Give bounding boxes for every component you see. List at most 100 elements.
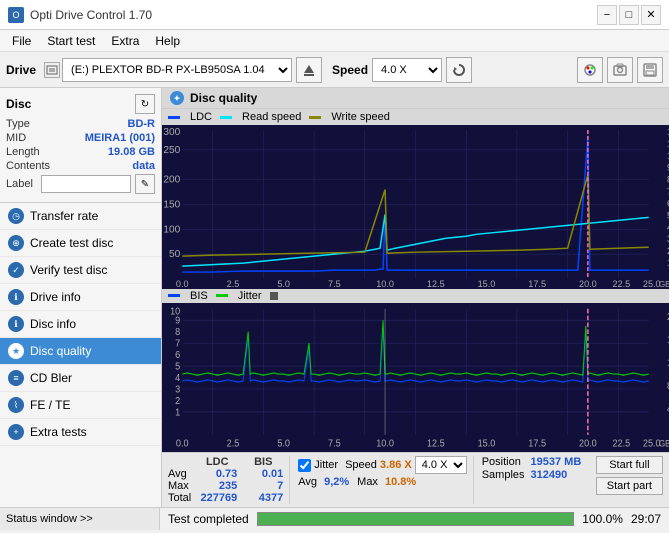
svg-text:3: 3 bbox=[175, 384, 180, 396]
verify-test-icon: ✓ bbox=[8, 262, 24, 278]
top-chart-svg: 300 250 200 150 100 50 0.0 2.5 5.0 7.5 1… bbox=[162, 125, 669, 289]
contents-value: data bbox=[132, 160, 155, 172]
read-speed-legend-label: Read speed bbox=[242, 111, 301, 123]
contents-label: Contents bbox=[6, 160, 50, 172]
extra-tests-label: Extra tests bbox=[30, 425, 87, 439]
create-test-label: Create test disc bbox=[30, 236, 113, 250]
sidebar-item-verify-test-disc[interactable]: ✓ Verify test disc bbox=[0, 257, 161, 284]
sidebar-item-cd-bler[interactable]: ≡ CD Bler bbox=[0, 365, 161, 392]
disc-refresh-button[interactable]: ↻ bbox=[135, 94, 155, 114]
max-label2: Max bbox=[357, 476, 378, 488]
drive-label: Drive bbox=[6, 63, 36, 77]
svg-text:2.5: 2.5 bbox=[227, 438, 240, 450]
sidebar-item-extra-tests[interactable]: + Extra tests bbox=[0, 419, 161, 446]
drive-select[interactable]: (E:) PLEXTOR BD-R PX-LB950SA 1.04 bbox=[62, 58, 292, 82]
close-button[interactable]: ✕ bbox=[641, 5, 661, 25]
sidebar-item-disc-info[interactable]: ℹ Disc info bbox=[0, 311, 161, 338]
extra-tests-icon: + bbox=[8, 424, 24, 440]
disc-quality-label: Disc quality bbox=[30, 344, 91, 358]
verify-test-label: Verify test disc bbox=[30, 263, 107, 277]
disc-label-input[interactable] bbox=[41, 175, 131, 193]
menu-help[interactable]: Help bbox=[147, 32, 188, 50]
sidebar-item-create-test-disc[interactable]: ⊕ Create test disc bbox=[0, 230, 161, 257]
sidebar-item-disc-quality[interactable]: ★ Disc quality bbox=[0, 338, 161, 365]
app-title: Opti Drive Control 1.70 bbox=[30, 8, 152, 22]
menu-file[interactable]: File bbox=[4, 32, 39, 50]
chart-legend-bar: LDC Read speed Write speed bbox=[162, 109, 669, 125]
svg-text:17.5: 17.5 bbox=[528, 279, 546, 289]
svg-text:100: 100 bbox=[163, 224, 180, 235]
label-edit-button[interactable]: ✎ bbox=[135, 174, 155, 194]
sidebar-nav: ◷ Transfer rate ⊕ Create test disc ✓ Ver… bbox=[0, 203, 161, 507]
avg-label2: Avg bbox=[298, 476, 317, 488]
eject-button[interactable] bbox=[296, 57, 322, 83]
sidebar-item-transfer-rate[interactable]: ◷ Transfer rate bbox=[0, 203, 161, 230]
start-part-button[interactable]: Start part bbox=[596, 477, 663, 495]
progress-bar-fill bbox=[258, 513, 574, 525]
menu-start-test[interactable]: Start test bbox=[39, 32, 103, 50]
disc-quality-header: ✦ Disc quality bbox=[162, 88, 669, 109]
jitter-section: Jitter Speed 3.86 X 4.0 X Avg 9,2% Max 1… bbox=[289, 456, 466, 504]
stats-grid: LDC BIS Avg 0.73 0.01 Max 235 7 Total 22… bbox=[168, 456, 283, 504]
status-completed-text: Test completed bbox=[168, 512, 249, 526]
svg-text:15.0: 15.0 bbox=[478, 438, 496, 450]
svg-text:7.5: 7.5 bbox=[328, 279, 341, 289]
jitter-label: Jitter bbox=[314, 459, 338, 471]
window-controls: − □ ✕ bbox=[597, 5, 661, 25]
minimize-button[interactable]: − bbox=[597, 5, 617, 25]
type-value: BD-R bbox=[128, 118, 156, 130]
menu-extra[interactable]: Extra bbox=[103, 32, 147, 50]
save-button[interactable] bbox=[637, 57, 663, 83]
sidebar: Disc ↻ Type BD-R MID MEIRA1 (001) Length… bbox=[0, 88, 162, 507]
jitter-max: 10.8% bbox=[385, 476, 416, 488]
stats-empty bbox=[168, 456, 191, 468]
title-bar: O Opti Drive Control 1.70 − □ ✕ bbox=[0, 0, 669, 30]
svg-text:22.5: 22.5 bbox=[612, 279, 630, 289]
disc-info-section: Disc ↻ Type BD-R MID MEIRA1 (001) Length… bbox=[0, 88, 161, 203]
sidebar-item-drive-info[interactable]: ℹ Drive info bbox=[0, 284, 161, 311]
svg-text:17.5: 17.5 bbox=[528, 438, 546, 450]
speed-value: 3.86 X bbox=[380, 459, 412, 471]
svg-text:300: 300 bbox=[163, 127, 180, 138]
disc-info-icon: ℹ bbox=[8, 316, 24, 332]
speed-select[interactable]: 4.0 X bbox=[372, 58, 442, 82]
svg-text:9: 9 bbox=[175, 315, 180, 327]
drive-info-icon: ℹ bbox=[8, 289, 24, 305]
svg-text:2.5: 2.5 bbox=[227, 279, 240, 289]
progress-percent-label: 100.0% bbox=[582, 512, 623, 526]
refresh-button[interactable] bbox=[446, 57, 472, 83]
transfer-rate-label: Transfer rate bbox=[30, 209, 98, 223]
start-full-button[interactable]: Start full bbox=[596, 456, 663, 474]
speed-label: Speed bbox=[332, 63, 368, 77]
length-value: 19.08 GB bbox=[108, 146, 155, 158]
svg-text:0.0: 0.0 bbox=[176, 438, 189, 450]
svg-text:10.0: 10.0 bbox=[376, 279, 394, 289]
maximize-button[interactable]: □ bbox=[619, 5, 639, 25]
drive-info-label: Drive info bbox=[30, 290, 81, 304]
status-progress-area: Test completed 100.0% 29:07 bbox=[160, 512, 669, 526]
avg-ldc: 0.73 bbox=[197, 468, 237, 480]
svg-text:GB: GB bbox=[659, 280, 669, 289]
progress-bar bbox=[257, 512, 575, 526]
bottom-chart-legend-bar: BIS Jitter bbox=[162, 289, 669, 303]
jitter-values: Avg 9,2% Max 10.8% bbox=[298, 476, 466, 488]
speed-select-small[interactable]: 4.0 X bbox=[415, 456, 467, 474]
total-bis: 4377 bbox=[243, 492, 283, 504]
write-speed-legend-label: Write speed bbox=[331, 111, 390, 123]
position-value: 19537 MB bbox=[531, 456, 582, 468]
jitter-checkbox[interactable] bbox=[298, 459, 311, 472]
sidebar-item-fe-te[interactable]: ⌇ FE / TE bbox=[0, 392, 161, 419]
palette-button[interactable] bbox=[577, 57, 603, 83]
bis-header: BIS bbox=[243, 456, 283, 468]
svg-text:5: 5 bbox=[175, 361, 180, 373]
bottom-chart-svg: 10 9 8 7 6 5 4 3 2 1 0.0 2.5 5.0 7.5 10.… bbox=[162, 303, 669, 452]
toolbar: Drive (E:) PLEXTOR BD-R PX-LB950SA 1.04 … bbox=[0, 52, 669, 88]
svg-text:15.0: 15.0 bbox=[478, 279, 496, 289]
type-label: Type bbox=[6, 118, 30, 130]
start-buttons: Start full Start part bbox=[596, 456, 663, 504]
camera-button[interactable] bbox=[607, 57, 633, 83]
jitter-check-row: Jitter Speed 3.86 X 4.0 X bbox=[298, 456, 466, 474]
status-window-button[interactable]: Status window >> bbox=[0, 508, 160, 530]
speed-label-inline: Speed bbox=[345, 459, 377, 471]
svg-text:7: 7 bbox=[175, 338, 180, 350]
